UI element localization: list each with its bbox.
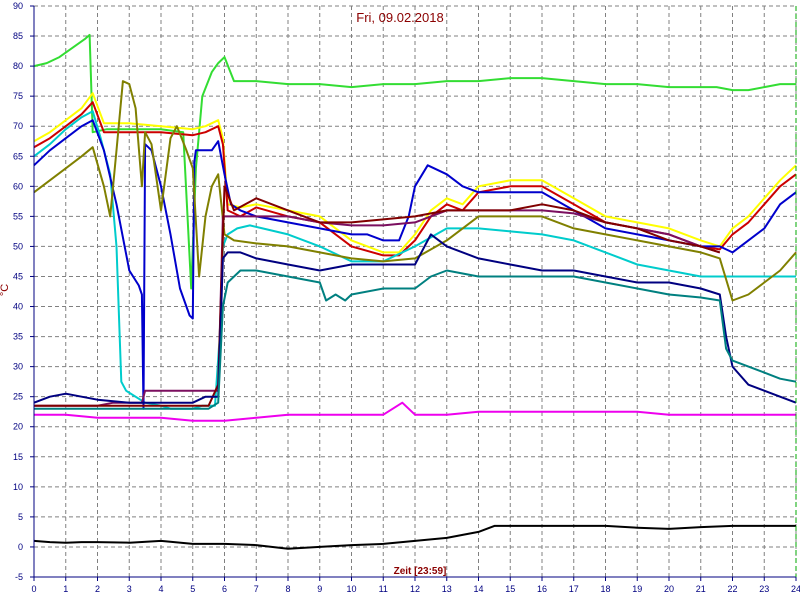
x-tick-label: 4	[158, 584, 163, 594]
x-tick-label: 17	[569, 584, 579, 594]
y-tick-label: 5	[18, 512, 23, 522]
x-tick-label: 16	[537, 584, 547, 594]
y-tick-label: 80	[13, 61, 23, 71]
x-tick-label: 8	[285, 584, 290, 594]
line-chart: 0 1 2 3 4 5 6 7 8 9 10 11 12 13 14 15 16 17 18 19 20 21 22 23 24…	[0, 0, 800, 600]
y-tick-label: 0	[18, 542, 23, 552]
x-tick-label: 23	[759, 584, 769, 594]
x-tick-label: 24	[791, 584, 800, 594]
y-tick-label: 20	[13, 422, 23, 432]
y-tick-label: 90	[13, 1, 23, 11]
x-tick-label: 1	[63, 584, 68, 594]
x-tick-label: 0	[31, 584, 36, 594]
y-tick-label: 75	[13, 91, 23, 101]
x-tick-label: 5	[190, 584, 195, 594]
y-tick-label: 65	[13, 151, 23, 161]
y-tick-label: 30	[13, 362, 23, 372]
x-tick-label: 9	[317, 584, 322, 594]
y-tick-label: 25	[13, 392, 23, 402]
y-tick-label: 70	[13, 121, 23, 131]
y-tick-label: 50	[13, 241, 23, 251]
y-tick-label: 10	[13, 482, 23, 492]
x-tick-label: 19	[632, 584, 642, 594]
x-tick-label: 11	[379, 584, 388, 594]
x-tick-label: 3	[127, 584, 132, 594]
y-tick-label: -5	[15, 572, 23, 582]
x-tick-label: 15	[505, 584, 515, 594]
x-tick-label: 18	[600, 584, 610, 594]
chart-background	[0, 0, 800, 600]
x-axis-label: Zeit [23:59]	[394, 566, 447, 577]
y-tick-label: 60	[13, 181, 23, 191]
x-tick-label: 20	[664, 584, 674, 594]
x-tick-label: 14	[473, 584, 483, 594]
chart-title: Fri, 09.02.2018	[356, 10, 443, 25]
x-tick-label: 2	[95, 584, 100, 594]
x-tick-label: 22	[727, 584, 737, 594]
x-tick-label: 13	[442, 584, 452, 594]
y-axis-label: °C	[0, 284, 11, 296]
x-tick-label: 7	[254, 584, 259, 594]
y-tick-label: 15	[13, 452, 23, 462]
y-tick-label: 35	[13, 332, 23, 342]
y-tick-label: 85	[13, 31, 23, 41]
x-tick-label: 10	[346, 584, 356, 594]
x-tick-label: 6	[222, 584, 227, 594]
y-tick-label: 55	[13, 211, 23, 221]
x-tick-label: 21	[696, 584, 706, 594]
y-tick-label: 40	[13, 302, 23, 312]
x-tick-label: 12	[410, 584, 420, 594]
y-tick-label: 45	[13, 271, 23, 281]
